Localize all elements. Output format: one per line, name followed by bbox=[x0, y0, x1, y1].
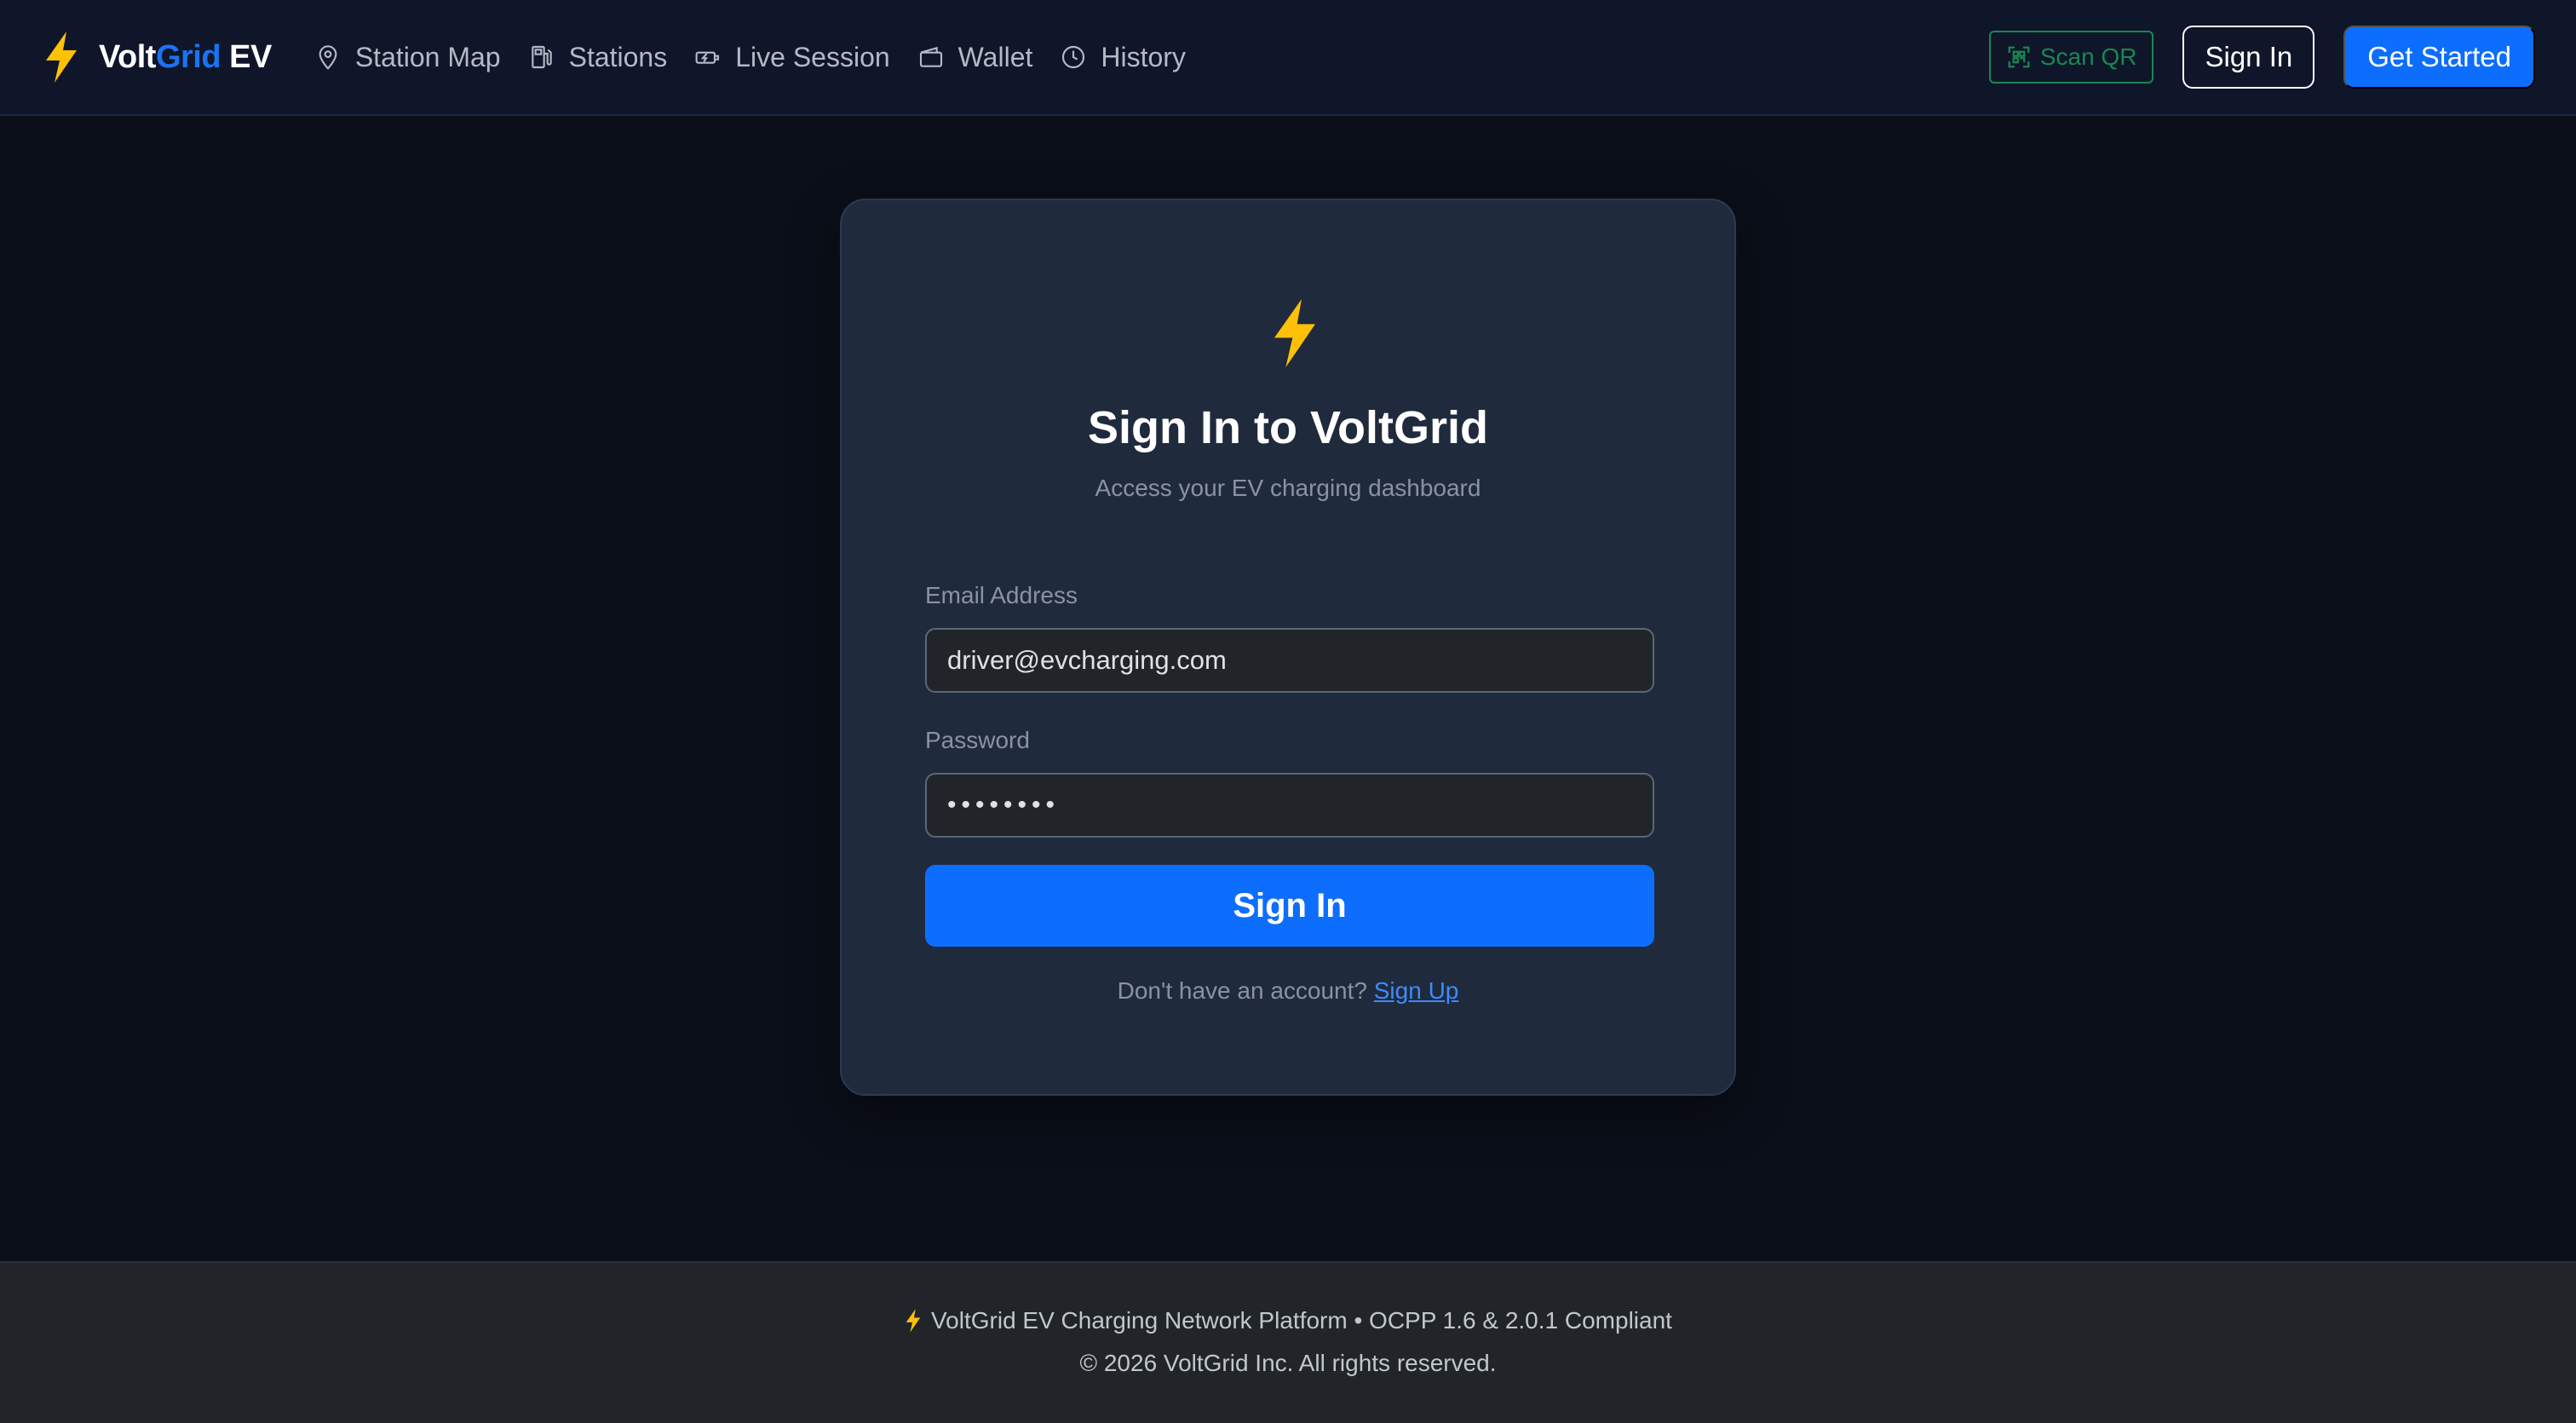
brand-logo[interactable]: VoltGrid EV bbox=[41, 32, 272, 83]
map-pin-icon bbox=[314, 43, 342, 71]
fuel-pump-icon bbox=[528, 43, 555, 71]
nav-label: Stations bbox=[568, 41, 668, 72]
nav-item-live-session[interactable]: Live Session bbox=[694, 41, 890, 73]
brand-ev: EV bbox=[221, 38, 272, 75]
scan-qr-button[interactable]: Scan QR bbox=[1988, 31, 2154, 84]
footer-copyright: © 2026 VoltGrid Inc. All rights reserved… bbox=[1079, 1350, 1497, 1376]
ev-plug-icon bbox=[694, 43, 722, 71]
password-label: Password bbox=[925, 727, 1030, 753]
navbar: VoltGrid EV Station Map Stations Live Se… bbox=[0, 0, 2576, 116]
sign-up-link[interactable]: Sign Up bbox=[1374, 977, 1459, 1004]
password-field[interactable] bbox=[925, 773, 1654, 838]
wallet-icon bbox=[917, 43, 945, 71]
nav-label: Wallet bbox=[957, 41, 1033, 72]
get-started-button[interactable]: Get Started bbox=[2343, 26, 2535, 89]
nav-label: History bbox=[1101, 41, 1186, 72]
sign-in-nav-button[interactable]: Sign In bbox=[2182, 26, 2315, 89]
footer-platform-line: VoltGrid EV Charging Network Platform • … bbox=[0, 1307, 2576, 1334]
lightning-bolt-icon bbox=[1268, 297, 1322, 369]
signup-prompt-text: Don't have an account? bbox=[1117, 977, 1367, 1004]
email-field[interactable] bbox=[925, 628, 1654, 693]
lightning-bolt-icon bbox=[41, 32, 82, 83]
nav-links: Station Map Stations Live Session Wallet… bbox=[314, 42, 1186, 73]
email-label: Email Address bbox=[925, 582, 1078, 608]
brand-grid: Grid bbox=[155, 38, 221, 75]
nav-label: Live Session bbox=[735, 41, 890, 72]
nav-label: Station Map bbox=[354, 41, 501, 72]
qr-code-icon bbox=[2006, 44, 2032, 70]
login-title: Sign In to VoltGrid bbox=[1088, 402, 1488, 453]
nav-actions: Scan QR Sign In Get Started bbox=[1988, 26, 2535, 89]
signup-prompt: Don't have an account? Sign Up bbox=[842, 977, 1734, 1005]
login-subtitle: Access your EV charging dashboard bbox=[1095, 475, 1481, 501]
nav-item-station-map[interactable]: Station Map bbox=[314, 42, 501, 73]
nav-item-stations[interactable]: Stations bbox=[528, 41, 668, 73]
footer-platform-text: VoltGrid EV Charging Network Platform • … bbox=[931, 1307, 1672, 1334]
lightning-bolt-icon bbox=[904, 1309, 923, 1333]
scan-qr-label: Scan QR bbox=[2039, 43, 2137, 70]
footer: VoltGrid EV Charging Network Platform • … bbox=[0, 1261, 2576, 1423]
sign-in-submit-button[interactable]: Sign In bbox=[925, 865, 1654, 947]
clock-icon bbox=[1060, 43, 1087, 71]
nav-item-history[interactable]: History bbox=[1060, 42, 1186, 73]
brand-name: VoltGrid EV bbox=[99, 39, 272, 76]
login-card: Sign In to VoltGrid Access your EV charg… bbox=[840, 199, 1736, 1096]
brand-volt: Volt bbox=[99, 38, 156, 75]
nav-item-wallet[interactable]: Wallet bbox=[917, 41, 1033, 73]
